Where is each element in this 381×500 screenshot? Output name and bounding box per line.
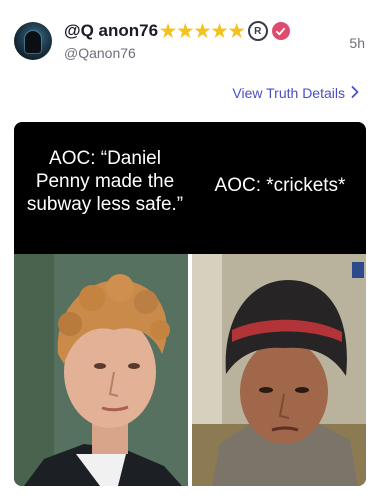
chevron-right-icon (351, 85, 359, 101)
meme-left-caption: AOC: “Daniel Penny made the subway less … (26, 148, 184, 215)
avatar-figure (25, 31, 41, 53)
star-icon: ★ (211, 21, 228, 41)
photo-left-man (14, 254, 188, 486)
view-truth-details-link[interactable]: View Truth Details (232, 85, 359, 101)
user-handle[interactable]: @Qanon76 (64, 45, 136, 61)
display-name-row[interactable]: @Q anon76 ★ ★ ★ ★ ★ R (64, 20, 290, 42)
registered-icon: R (247, 21, 268, 41)
timestamp[interactable]: 5h (349, 35, 365, 51)
photo-right-man (192, 254, 366, 486)
star-icon: ★ (177, 21, 194, 41)
star-icon: ★ (160, 21, 177, 41)
meme-right-caption: AOC: *crickets* (214, 175, 346, 196)
display-name[interactable]: @Q anon76 (64, 21, 158, 41)
star-icon: ★ (194, 21, 211, 41)
star-badges: ★ ★ ★ ★ ★ (160, 22, 246, 40)
verified-badge-icon (271, 22, 290, 40)
avatar[interactable] (14, 22, 52, 60)
post-header: @Q anon76 ★ ★ ★ ★ ★ R @Qanon76 5h (0, 0, 381, 80)
meme-image[interactable]: AOC: “Daniel Penny made the subway less … (14, 122, 366, 486)
star-icon: ★ (228, 21, 245, 41)
view-truth-details-label: View Truth Details (232, 85, 345, 101)
